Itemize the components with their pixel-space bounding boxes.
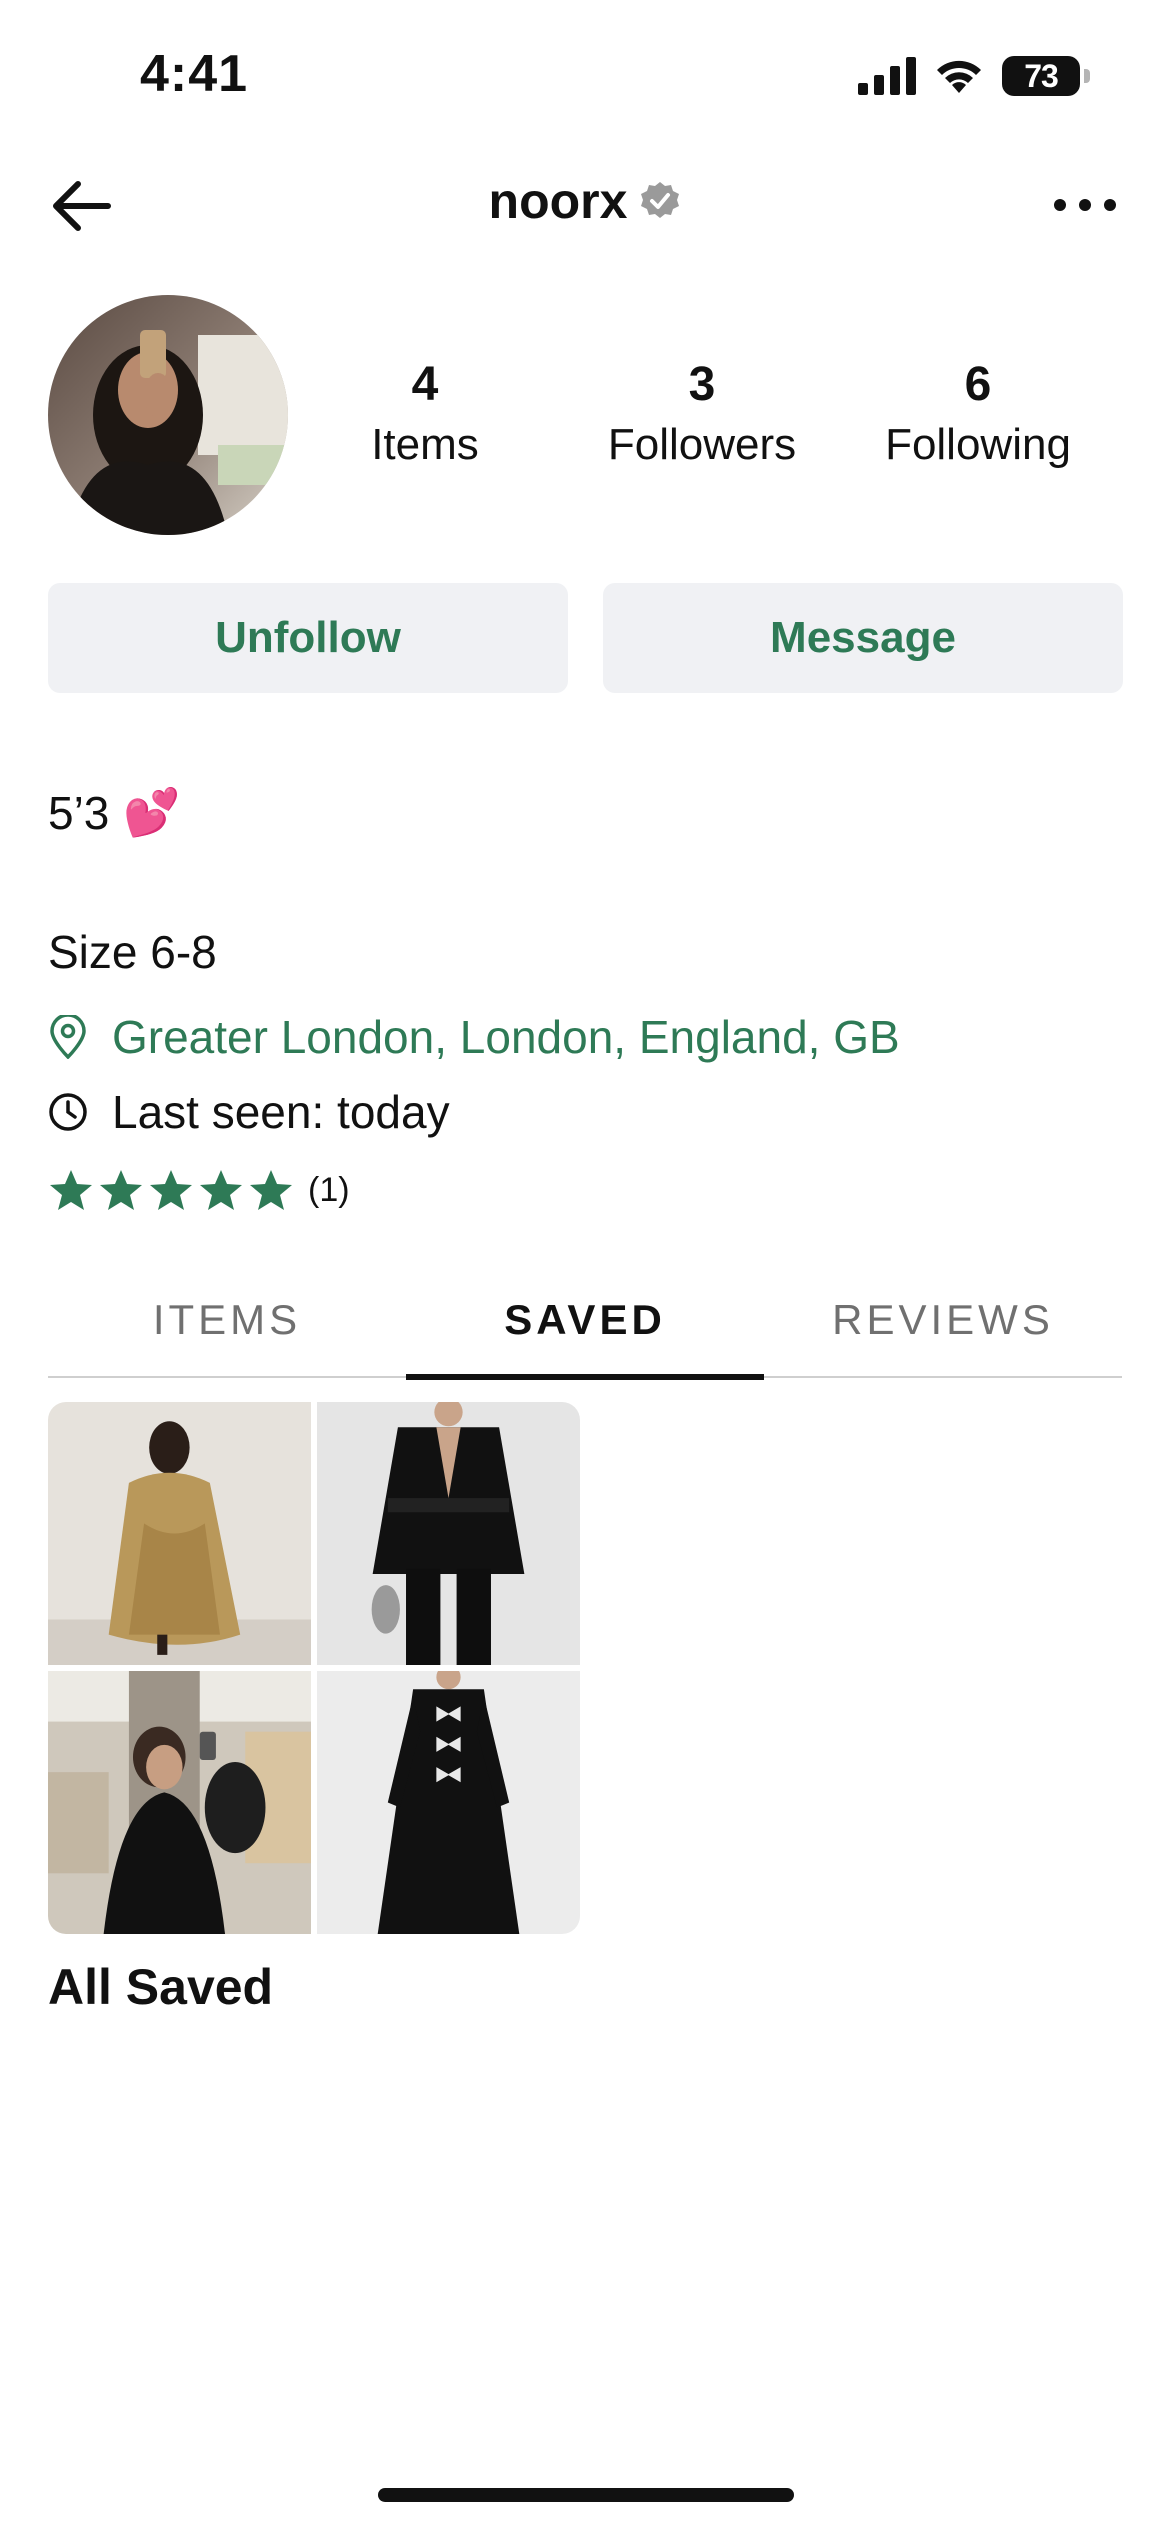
two-hearts-emoji: 💕	[123, 786, 181, 838]
collection-title[interactable]: All Saved	[48, 1958, 273, 2016]
stat-following-count: 6	[964, 358, 992, 411]
star-icon	[50, 1170, 92, 1210]
stat-followers-label: Followers	[607, 420, 797, 469]
location-row[interactable]: Greater London, London, England, GB	[48, 1010, 900, 1064]
rating[interactable]: (1)	[48, 1168, 350, 1212]
profile-tabs: ITEMS SAVED REVIEWS	[48, 1280, 1122, 1380]
profile-stats: 4 Items 3 Followers 6 Following	[0, 355, 1170, 485]
rating-count: (1)	[308, 1170, 350, 1209]
last-seen-row: Last seen: today	[48, 1085, 450, 1139]
saved-item-thumbnail	[48, 1402, 311, 1665]
more-options-icon[interactable]	[1050, 180, 1120, 230]
verified-badge-icon	[641, 182, 680, 218]
saved-collection-card[interactable]	[48, 1402, 580, 1934]
unfollow-button[interactable]: Unfollow	[48, 583, 568, 693]
last-seen-text: Last seen: today	[112, 1086, 450, 1138]
saved-item-thumbnail	[48, 1671, 311, 1934]
tab-saved[interactable]: SAVED	[406, 1280, 764, 1380]
bio-height: 5’3 💕	[48, 785, 181, 840]
bio-height-text: 5’3	[48, 786, 110, 839]
stat-following[interactable]: 6 Following	[858, 355, 1098, 475]
tab-items[interactable]: ITEMS	[48, 1280, 406, 1376]
wifi-icon	[937, 60, 981, 93]
stat-items-label: Items	[371, 420, 479, 469]
status-icons: 73	[858, 56, 1090, 96]
battery-cap	[1084, 69, 1090, 83]
battery-icon: 73	[1002, 56, 1080, 96]
stat-items-count: 4	[411, 358, 439, 411]
profile-title: noorx	[0, 172, 1170, 230]
star-icon	[150, 1170, 192, 1210]
battery-level: 73	[1024, 57, 1059, 94]
clock-icon	[49, 1093, 87, 1131]
stat-followers-count: 3	[688, 358, 716, 411]
tab-reviews[interactable]: REVIEWS	[764, 1280, 1122, 1376]
stat-items[interactable]: 4 Items	[305, 355, 545, 475]
star-icon	[200, 1170, 242, 1210]
nav-bar: noorx	[0, 160, 1170, 250]
stat-following-label: Following	[885, 420, 1071, 469]
bio-size: Size 6-8	[48, 926, 217, 978]
location-text[interactable]: Greater London, London, England, GB	[112, 1010, 900, 1064]
message-button[interactable]: Message	[603, 583, 1123, 693]
location-pin-icon	[50, 1015, 86, 1059]
username: noorx	[488, 173, 628, 229]
stat-followers[interactable]: 3 Followers	[582, 355, 822, 475]
status-bar: 4:41 73	[0, 0, 1170, 150]
saved-item-thumbnail	[317, 1671, 580, 1934]
saved-item-thumbnail	[317, 1402, 580, 1665]
home-indicator[interactable]	[378, 2488, 794, 2502]
status-time: 4:41	[140, 45, 249, 103]
star-icon	[250, 1170, 292, 1210]
star-icon	[100, 1170, 142, 1210]
cellular-signal-icon	[858, 57, 916, 95]
